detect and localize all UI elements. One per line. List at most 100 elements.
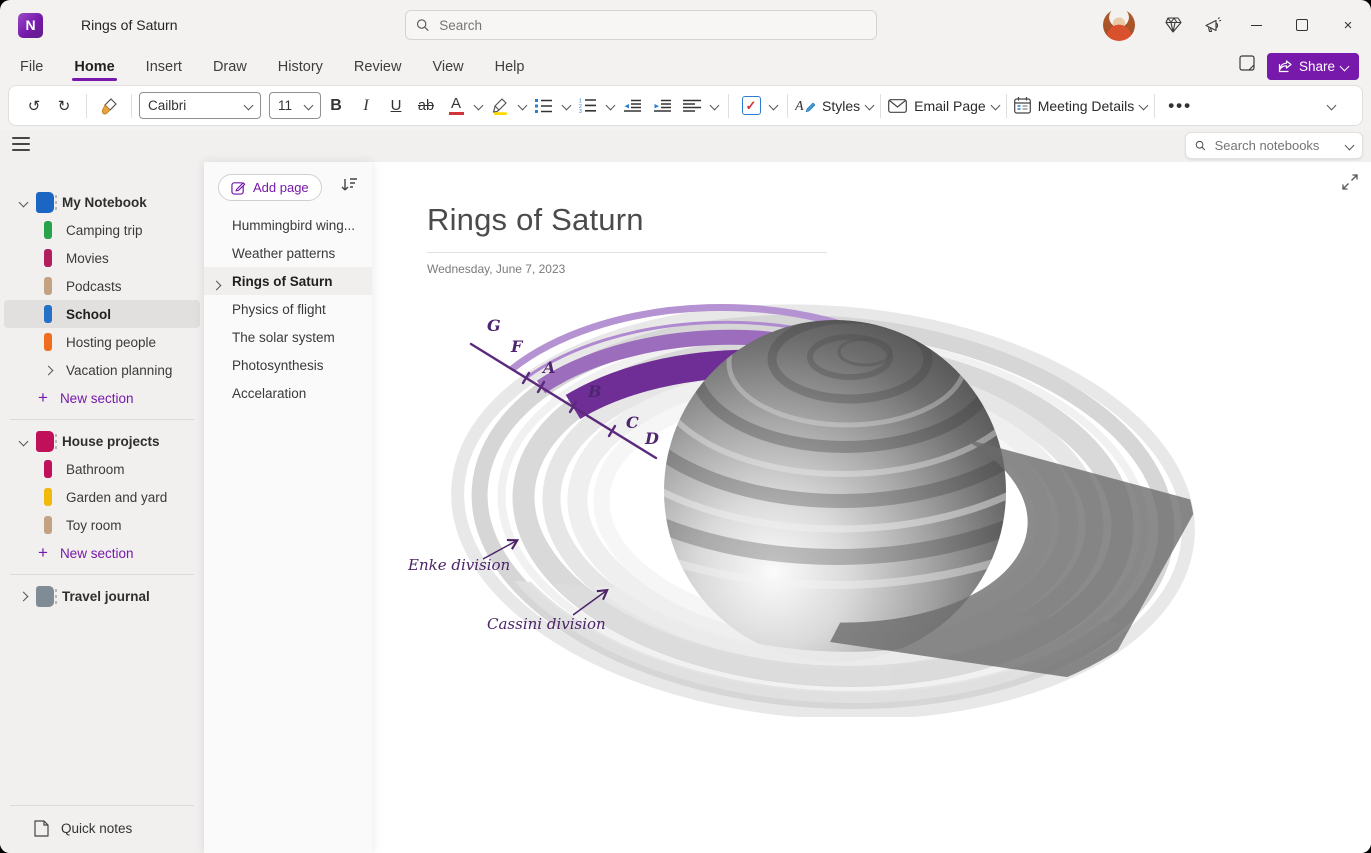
underline-button[interactable]: U (381, 91, 411, 121)
sort-pages-icon[interactable] (341, 177, 358, 198)
menu-draw[interactable]: Draw (211, 55, 249, 79)
plus-icon: + (38, 543, 48, 563)
hamburger-menu-icon[interactable] (12, 137, 30, 151)
menu-help[interactable]: Help (493, 55, 527, 79)
section-school[interactable]: School (4, 300, 200, 328)
new-section-button[interactable]: + New section (0, 539, 204, 567)
menubar: File Home Insert Draw History Review Vie… (0, 50, 1371, 83)
alignment-button[interactable] (677, 91, 707, 121)
bullet-list-dropdown[interactable] (559, 91, 573, 121)
page-title[interactable]: Rings of Saturn (427, 202, 827, 238)
section-movies[interactable]: Movies (4, 244, 200, 272)
page-canvas[interactable]: Rings of Saturn Wednesday, June 7, 2023 (372, 162, 1371, 853)
page-item-selected[interactable]: Rings of Saturn (204, 267, 372, 295)
numbered-list-button[interactable]: 123 (573, 91, 603, 121)
section-toy-room[interactable]: Toy room (4, 511, 200, 539)
quick-notes-button[interactable]: Quick notes (0, 813, 204, 843)
global-search[interactable] (405, 10, 877, 40)
page-item[interactable]: The solar system (204, 323, 372, 351)
page-item[interactable]: Photosynthesis (204, 351, 372, 379)
highlighter-button[interactable] (485, 91, 515, 121)
expand-page-icon[interactable] (1342, 174, 1358, 195)
font-color-button[interactable]: A (441, 91, 471, 121)
todo-checkbox-icon: ✓ (742, 96, 761, 115)
premium-diamond-icon[interactable] (1153, 5, 1193, 45)
new-section-button[interactable]: + New section (0, 384, 204, 412)
minimize-button[interactable] (1233, 0, 1279, 50)
envelope-icon (888, 99, 907, 113)
alignment-dropdown[interactable] (707, 91, 721, 121)
section-color-tab (44, 488, 52, 506)
page-date: Wednesday, June 7, 2023 (427, 262, 827, 276)
svg-text:3: 3 (579, 109, 582, 113)
section-color-tab (44, 277, 52, 295)
share-button[interactable]: Share (1267, 53, 1359, 80)
undo-button[interactable]: ↺ (19, 91, 49, 121)
menu-home[interactable]: Home (72, 55, 116, 79)
feedback-megaphone-icon[interactable] (1193, 5, 1233, 45)
section-garden-and-yard[interactable]: Garden and yard (4, 483, 200, 511)
global-search-input[interactable] (437, 17, 866, 34)
ribbon-collapse-chevron[interactable] (1316, 91, 1346, 121)
highlight-swatch (494, 112, 507, 115)
redo-button[interactable]: ↻ (49, 91, 79, 121)
add-page-button[interactable]: Add page (218, 174, 322, 201)
numbered-list-dropdown[interactable] (603, 91, 617, 121)
close-button[interactable]: × (1325, 0, 1371, 50)
plus-icon: + (38, 388, 48, 408)
section-hosting-people[interactable]: Hosting people (4, 328, 200, 356)
page-item[interactable]: Hummingbird wing... (204, 211, 372, 239)
page-item[interactable]: Accelaration (204, 379, 372, 407)
notebook-icon (36, 192, 54, 213)
todo-tag-button[interactable]: ✓ (736, 91, 766, 121)
font-name-select[interactable]: Cailbri (139, 92, 261, 119)
bullet-list-button[interactable] (529, 91, 559, 121)
more-commands-button[interactable]: ••• (1168, 96, 1192, 116)
email-page-button[interactable]: Email Page (888, 91, 999, 121)
notebook-search[interactable] (1185, 132, 1363, 159)
menu-view[interactable]: View (430, 55, 465, 79)
account-avatar[interactable] (1103, 9, 1135, 41)
notebook-travel-journal[interactable]: Travel journal (0, 582, 204, 610)
section-group-vacation-planning[interactable]: Vacation planning (4, 356, 200, 384)
section-color-tab (44, 221, 52, 239)
strikethrough-button[interactable]: ab (411, 91, 441, 121)
font-color-dropdown[interactable] (471, 91, 485, 121)
search-icon (1195, 139, 1206, 152)
highlighter-dropdown[interactable] (515, 91, 529, 121)
styles-button[interactable]: A Styles (795, 91, 873, 121)
bold-button[interactable]: B (321, 91, 351, 121)
chevron-right-icon (44, 365, 54, 375)
notebooks-sidebar: My Notebook Camping trip Movies Podcasts… (0, 162, 204, 853)
styles-pen-icon: A (795, 97, 815, 114)
section-podcasts[interactable]: Podcasts (4, 272, 200, 300)
format-painter-icon[interactable] (94, 91, 124, 121)
meeting-details-button[interactable]: Meeting Details (1014, 91, 1148, 121)
todo-tag-dropdown[interactable] (766, 91, 780, 121)
ring-label-f: F (510, 337, 524, 356)
onenote-logo: N (18, 13, 43, 38)
notebook-my-notebook[interactable]: My Notebook (0, 188, 204, 216)
menu-review[interactable]: Review (352, 55, 404, 79)
section-bathroom[interactable]: Bathroom (4, 455, 200, 483)
section-camping-trip[interactable]: Camping trip (4, 216, 200, 244)
font-size-select[interactable]: 11 (269, 92, 321, 119)
notebook-search-input[interactable] (1213, 137, 1346, 154)
menu-file[interactable]: File (18, 55, 45, 79)
ring-label-b: B (587, 382, 602, 401)
decrease-indent-button[interactable] (617, 91, 647, 121)
navigation-strip (0, 130, 1371, 162)
saturn-figure[interactable]: G F A B C D Enke division Cassini divisi… (395, 297, 1200, 717)
page-item[interactable]: Physics of flight (204, 295, 372, 323)
share-icon (1278, 60, 1293, 73)
svg-text:A: A (795, 99, 804, 114)
notebook-house-projects[interactable]: House projects (0, 427, 204, 455)
menu-insert[interactable]: Insert (144, 55, 184, 79)
menu-history[interactable]: History (276, 55, 325, 79)
sticky-notes-icon[interactable] (1236, 55, 1255, 79)
italic-button[interactable]: I (351, 91, 381, 121)
page-item[interactable]: Weather patterns (204, 239, 372, 267)
maximize-button[interactable] (1279, 0, 1325, 50)
ribbon-toolbar: ↺ ↻ Cailbri 11 B I U ab A 123 (8, 85, 1363, 126)
increase-indent-button[interactable] (647, 91, 677, 121)
